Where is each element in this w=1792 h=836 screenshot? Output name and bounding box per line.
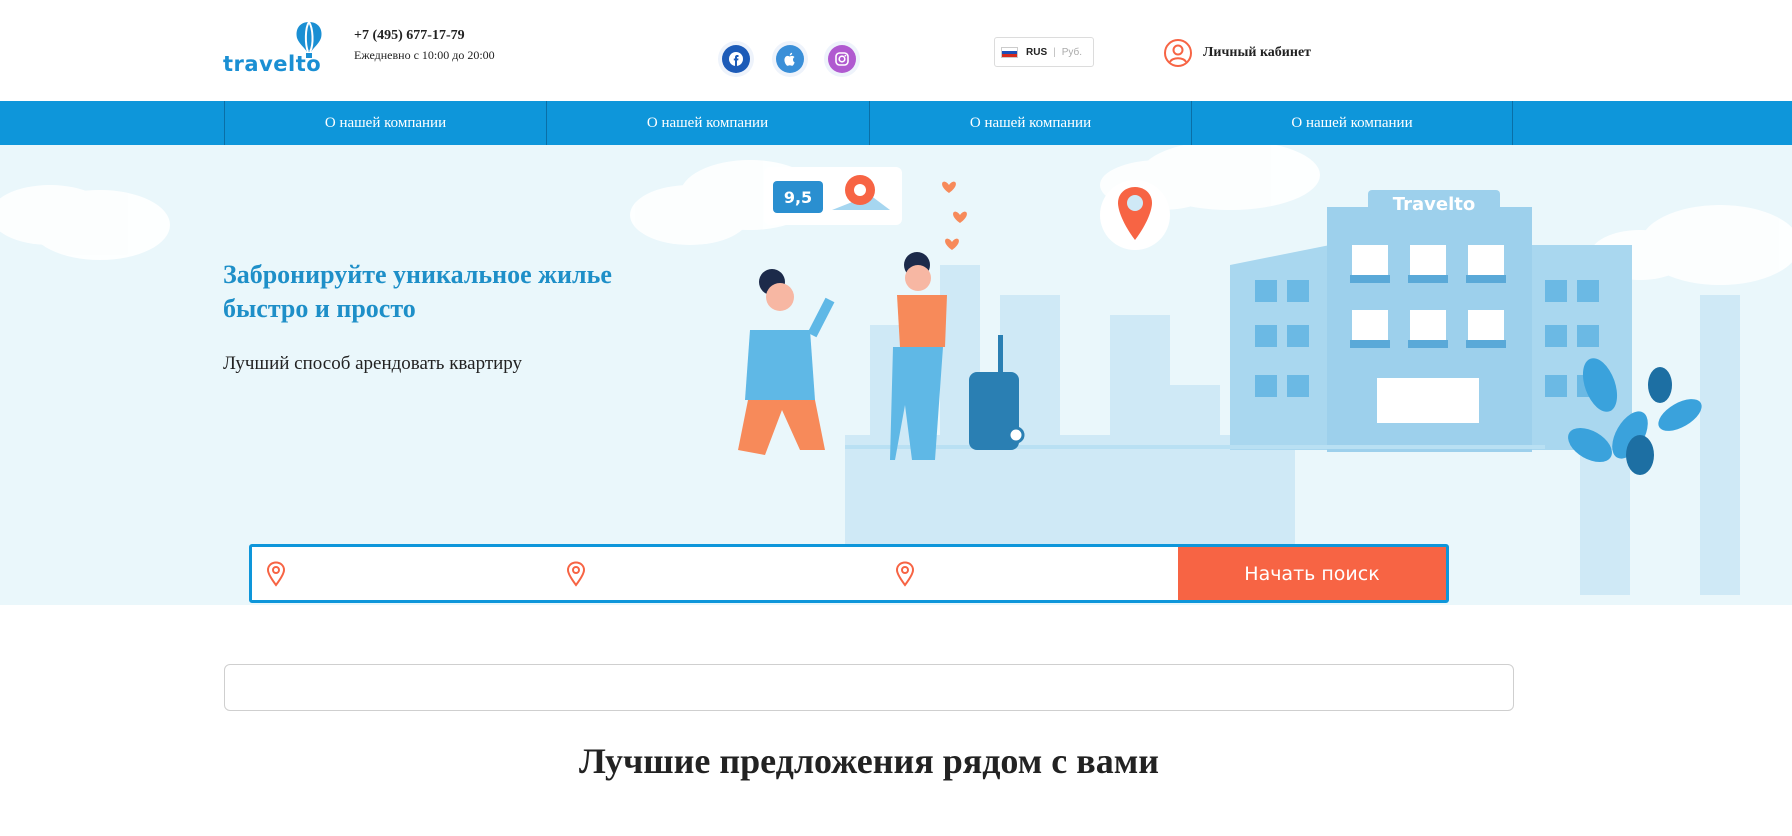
apple-icon <box>776 45 804 73</box>
hero-title: Забронируйте уникальное жилье быстро и п… <box>223 260 612 323</box>
site-header: travelto +7 (495) 677-17-79 Ежедневно с … <box>0 0 1792 101</box>
check-in-field[interactable] <box>552 547 882 600</box>
phone-number[interactable]: +7 (495) 677-17-79 <box>354 28 465 44</box>
hero-illustration: Travelto 9,5 <box>0 145 1792 595</box>
location-field[interactable] <box>252 547 552 600</box>
separator: | <box>1053 46 1056 58</box>
user-icon <box>1164 39 1192 67</box>
start-search-button[interactable]: Начать поиск <box>1178 547 1446 600</box>
guests-field[interactable] <box>882 547 1182 600</box>
account-link[interactable]: Личный кабинет <box>1163 38 1311 68</box>
account-label: Личный кабинет <box>1203 45 1312 60</box>
main-navigation: О нашей компании О нашей компании О наше… <box>0 101 1792 145</box>
nav-item-about-4[interactable]: О нашей компании <box>1191 101 1513 145</box>
facebook-link[interactable] <box>718 41 754 77</box>
nav-item-about-1[interactable]: О нашей компании <box>224 101 546 145</box>
filter-input[interactable] <box>224 664 1514 711</box>
facebook-icon <box>722 45 750 73</box>
nav-item-about-3[interactable]: О нашей компании <box>869 101 1191 145</box>
travelto-logo[interactable]: travelto <box>223 18 323 78</box>
instagram-icon <box>828 45 856 73</box>
building-sign: Travelto <box>1393 194 1475 215</box>
map-pin-icon <box>566 561 586 587</box>
apple-link[interactable] <box>772 41 808 77</box>
map-pin-icon <box>895 561 915 587</box>
search-bar: Начать поиск <box>249 544 1449 603</box>
language-currency-selector[interactable]: RUS | Руб. <box>994 37 1094 67</box>
logo-text: travelto <box>223 52 322 76</box>
currency-label: Руб. <box>1061 46 1083 58</box>
working-hours: Ежедневно с 10:00 до 20:00 <box>354 48 495 62</box>
language-label: RUS <box>1026 46 1048 58</box>
instagram-link[interactable] <box>824 41 860 77</box>
rating-badge: 9,5 <box>784 188 812 207</box>
offers-section-title: Лучшие предложения рядом с вами <box>579 741 1159 781</box>
hero-subtitle: Лучший способ арендовать квартиру <box>223 353 523 374</box>
hero-section: Travelto 9,5 Забронируйте уникальное жил… <box>0 145 1792 605</box>
nav-item-about-2[interactable]: О нашей компании <box>546 101 868 145</box>
russia-flag-icon <box>1001 46 1018 58</box>
map-pin-icon <box>266 561 286 587</box>
